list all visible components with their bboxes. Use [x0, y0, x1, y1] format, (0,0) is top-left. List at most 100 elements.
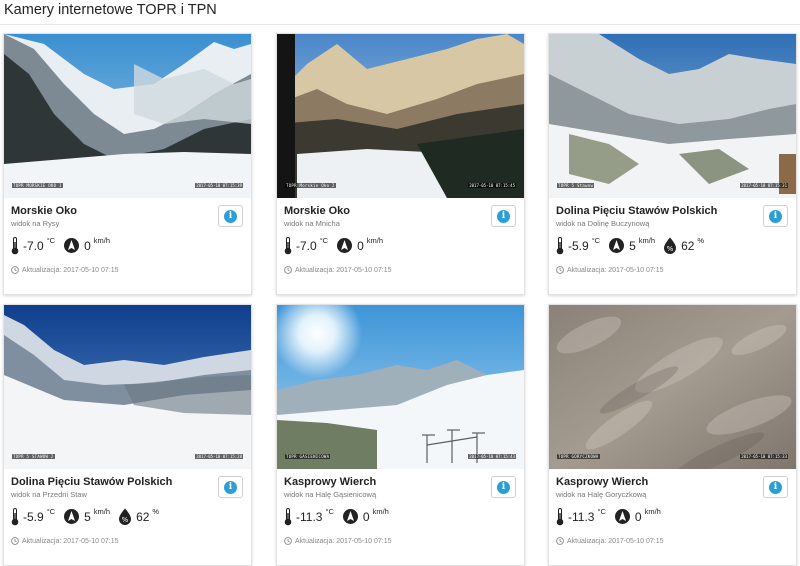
camera-label: TOPR 5 STAWOW 2	[12, 454, 55, 459]
thermometer-icon	[284, 237, 292, 255]
temperature-value: -11.3	[568, 510, 595, 524]
camera-timestamp: 2017-05-10 07:15:45	[468, 183, 516, 188]
camera-image[interactable]: TOPR MORSKIE OKO 1 2017-05-10 07:15:39	[4, 34, 251, 198]
camera-timestamp: 2017-05-10 07:15:43	[468, 454, 516, 459]
temperature-value: -7.0	[296, 239, 317, 253]
camera-image[interactable]: TOPR GORYCZKOWA 2017-05-10 07:15:33	[549, 305, 796, 469]
wind-value: 0	[362, 510, 370, 524]
clock-icon	[284, 266, 292, 274]
temperature-unit: °C	[597, 507, 606, 516]
camera-image[interactable]: TOPR Morskie Oko 2 2017-05-10 07:15:45	[277, 34, 524, 198]
camera-view: widok na Halę Gąsienicową	[284, 490, 377, 499]
weather-metrics: -7.0 °C 0 km/h	[11, 236, 118, 260]
camera-label: TOPR MORSKIE OKO 1	[12, 183, 63, 188]
title-divider	[0, 24, 800, 25]
weather-metrics: -7.0 °C 0 km/h	[284, 236, 391, 260]
last-updated-text: Aktualizacja: 2017-05-10 07:15	[567, 537, 664, 545]
clock-icon	[11, 537, 19, 545]
thermometer-icon	[556, 508, 564, 526]
wind-value: 0	[84, 239, 91, 253]
temperature-metric: -11.3 °C	[284, 507, 334, 526]
camera-view: widok na Dolinę Buczynową	[556, 219, 650, 228]
camera-image[interactable]: TOPR 5 Stawow 2017-05-10 07:15:31	[549, 34, 796, 198]
page-title: Kamery internetowe TOPR i TPN	[4, 2, 217, 18]
last-updated: Aktualizacja: 2017-05-10 07:15	[556, 537, 664, 545]
camera-label: TOPR GORYCZKOWA	[557, 454, 600, 459]
wind-direction-icon	[337, 238, 353, 253]
clock-icon	[556, 266, 564, 274]
camera-view: widok na Przedni Staw	[11, 490, 87, 499]
info-button[interactable]: i	[218, 205, 243, 227]
card-info: Morskie Oko widok na Mnicha i -7.0 °C 0 …	[277, 198, 524, 294]
humidity-icon: %	[119, 508, 132, 525]
camera-card-kasprowy-goryczkowa: TOPR GORYCZKOWA 2017-05-10 07:15:33 Kasp…	[548, 304, 797, 566]
last-updated: Aktualizacja: 2017-05-10 07:15	[284, 537, 392, 545]
temperature-value: -11.3	[296, 510, 323, 524]
camera-card-morskie-oko-mnich: TOPR Morskie Oko 2 2017-05-10 07:15:45 M…	[276, 33, 525, 295]
wind-direction-icon	[342, 509, 358, 524]
weather-metrics: -5.9 °C 5 km/h % 62 %	[11, 507, 167, 531]
temperature-unit: °C	[46, 236, 56, 245]
wind-unit: km/h	[372, 507, 389, 516]
wind-unit: km/h	[638, 236, 656, 245]
wind-metric: 5 km/h	[608, 236, 655, 254]
wind-direction-icon	[609, 238, 625, 253]
svg-text:%: %	[122, 516, 129, 524]
card-info: Kasprowy Wierch widok na Halę Goryczkową…	[549, 469, 796, 565]
wind-value: 0	[634, 510, 642, 524]
humidity-icon: %	[664, 237, 677, 254]
wind-unit: km/h	[644, 507, 661, 516]
temperature-unit: °C	[319, 236, 329, 245]
clock-icon	[11, 266, 19, 274]
wind-direction-icon	[64, 509, 80, 524]
camera-image[interactable]: TOPR 5 STAWOW 2 2017-05-10 07:15:28	[4, 305, 251, 469]
info-button[interactable]: i	[763, 476, 788, 498]
info-button[interactable]: i	[491, 205, 516, 227]
camera-timestamp: 2017-05-10 07:15:28	[195, 454, 243, 459]
temperature-unit: °C	[591, 236, 601, 245]
wind-metric: 0 km/h	[63, 236, 110, 254]
temperature-metric: -5.9 °C	[556, 236, 600, 255]
camera-label: TOPR GASIENICOWA	[285, 454, 331, 459]
wind-metric: 0 km/h	[336, 236, 383, 254]
camera-timestamp: 2017-05-10 07:15:33	[740, 454, 788, 459]
wind-unit: km/h	[93, 236, 111, 245]
temperature-metric: -7.0 °C	[11, 236, 55, 255]
wind-direction-icon	[64, 238, 80, 253]
camera-name: Kasprowy Wierch	[556, 476, 649, 488]
humidity-metric: % 62 %	[118, 507, 159, 525]
card-info: Kasprowy Wierch widok na Halę Gąsienicow…	[277, 469, 524, 565]
last-updated-text: Aktualizacja: 2017-05-10 07:15	[567, 266, 664, 274]
camera-image[interactable]: TOPR GASIENICOWA 2017-05-10 07:15:43	[277, 305, 524, 469]
temperature-unit: °C	[46, 507, 56, 516]
last-updated-text: Aktualizacja: 2017-05-10 07:15	[295, 266, 392, 274]
thermometer-icon	[11, 508, 19, 526]
camera-name: Morskie Oko	[11, 205, 78, 217]
info-icon: i	[769, 209, 782, 223]
last-updated: Aktualizacja: 2017-05-10 07:15	[556, 266, 664, 274]
clock-icon	[556, 537, 564, 545]
camera-name: Morskie Oko	[284, 205, 351, 217]
humidity-value: 62	[136, 510, 150, 524]
info-button[interactable]: i	[763, 205, 788, 227]
weather-metrics: -11.3 °C 0 km/h	[556, 507, 669, 531]
info-button[interactable]: i	[491, 476, 516, 498]
camera-view: widok na Halę Goryczkową	[556, 490, 647, 499]
weather-metrics: -11.3 °C 0 km/h	[284, 507, 397, 531]
card-info: Dolina Pięciu Stawów Polskich widok na D…	[549, 198, 796, 294]
wind-metric: 0 km/h	[342, 507, 389, 525]
thermometer-icon	[284, 508, 292, 526]
info-icon: i	[224, 480, 237, 494]
last-updated: Aktualizacja: 2017-05-10 07:15	[11, 537, 119, 545]
last-updated: Aktualizacja: 2017-05-10 07:15	[284, 266, 392, 274]
temperature-value: -5.9	[568, 239, 589, 253]
svg-text:%: %	[667, 245, 674, 253]
clock-icon	[284, 537, 292, 545]
camera-label: TOPR 5 Stawow	[557, 183, 595, 188]
info-button[interactable]: i	[218, 476, 243, 498]
camera-view: widok na Mnicha	[284, 219, 340, 228]
wind-value: 5	[629, 239, 636, 253]
card-info: Morskie Oko widok na Rysy i -7.0 °C 0 km…	[4, 198, 251, 294]
info-icon: i	[224, 209, 237, 223]
wind-unit: km/h	[93, 507, 111, 516]
